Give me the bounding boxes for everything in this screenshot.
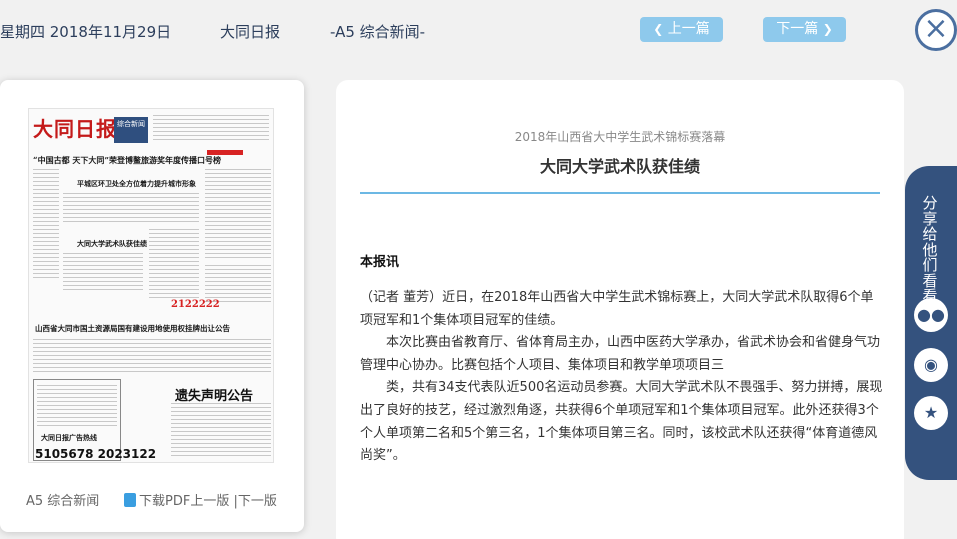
article-paragraph: 本次比赛由省教育厅、省体育局主办，山西中医药大学承办，省武术协会和省健身气功管理…	[360, 335, 881, 373]
thumb-text-block	[33, 169, 59, 279]
thumb-phone-numbers: 5105678 2023122	[35, 447, 157, 461]
thumb-red-bar	[207, 150, 243, 155]
close-button[interactable]: ×	[915, 9, 957, 51]
prev-article-label: 上一篇	[667, 21, 710, 37]
close-icon: ×	[923, 11, 949, 46]
next-page-link[interactable]: 下一版	[238, 494, 277, 509]
thumb-text-block	[37, 385, 117, 429]
thumb-text-block	[63, 193, 199, 223]
article-body: （记者 董芳）近日，在2018年山西省大中学生武术锦标赛上，大同大学武术队取得6…	[360, 287, 884, 468]
thumb-headline-top: “中国古都 天下大同”荣登博鳌旅游奖年度传播口号榜	[33, 155, 221, 165]
top-bar: 星期四 2018年11月29日 大同日报 -A5 综合新闻- ❮ 上一篇 下一篇…	[0, 0, 957, 62]
favorite-star-icon[interactable]: ★	[914, 396, 948, 430]
pdf-icon	[124, 493, 136, 507]
chevron-right-icon: ❯	[822, 22, 833, 36]
thumb-headline-mid: 平城区环卫处全方位着力提升城市形象	[77, 179, 196, 188]
article-paragraph: 类，共有34支代表队近500名运动员参赛。大同大学武术队不畏强手、努力拼搏，展现…	[360, 380, 883, 464]
article-byline: 本报讯	[360, 255, 400, 270]
article-paragraph: （记者 董芳）近日，在2018年山西省大中学生武术锦标赛上，大同大学武术队取得6…	[360, 290, 874, 328]
thumb-masthead: 大同日报	[33, 117, 117, 141]
thumb-lottery-number: 2122222	[171, 299, 220, 310]
thumb-headline-notice: 山西省大同市国土资源局国有建设用地使用权挂牌出让公告	[35, 324, 230, 333]
share-label: 分享给他们看看	[922, 194, 938, 305]
thumb-section-badge: 综合新闻	[114, 117, 148, 143]
thumb-text-block	[63, 253, 143, 293]
page-nav-links: 下载PDF上一版 |下一版	[124, 490, 277, 509]
title-divider	[360, 192, 880, 194]
thumb-ad-hotline: 大同日报广告热线	[41, 433, 97, 442]
next-article-label: 下一篇	[776, 21, 819, 37]
thumb-notice-heading: 遗失声明公告	[175, 389, 254, 404]
issue-date: 星期四 2018年11月29日	[0, 23, 172, 41]
newspaper-page-thumbnail[interactable]: 大同日报 综合新闻 “中国古都 天下大同”荣登博鳌旅游奖年度传播口号榜 平城区环…	[28, 108, 274, 463]
prev-article-button[interactable]: ❮ 上一篇	[640, 17, 723, 42]
section-name: -A5 综合新闻-	[330, 23, 426, 41]
newspaper-page-card: 大同日报 综合新闻 “中国古都 天下大同”荣登博鳌旅游奖年度传播口号榜 平城区环…	[0, 80, 304, 532]
paper-name: 大同日报	[220, 23, 281, 41]
wechat-icon[interactable]: ●●	[914, 298, 948, 332]
prev-page-link[interactable]: 上一版	[190, 494, 229, 509]
download-pdf-link[interactable]: 下载PDF	[139, 494, 190, 509]
thumb-text-block	[153, 115, 269, 143]
article-subtitle: 2018年山西省大中学生武术锦标赛落幕	[514, 130, 726, 144]
share-sidebar: 分享给他们看看 ●● ◉ ★	[905, 166, 957, 480]
page-link-separator: |	[229, 494, 238, 509]
weibo-icon[interactable]: ◉	[914, 348, 948, 382]
thumb-text-block	[171, 403, 271, 459]
article-title: 大同大学武术队获佳绩	[539, 157, 700, 176]
next-article-button[interactable]: 下一篇 ❯	[763, 17, 846, 42]
thumb-text-block	[205, 169, 271, 259]
thumb-text-block	[149, 229, 199, 299]
thumb-text-block	[33, 339, 271, 375]
thumb-headline-article: 大同大学武术队获佳绩	[77, 239, 147, 248]
article-card: 2018年山西省大中学生武术锦标赛落幕 大同大学武术队获佳绩 本报讯 （记者 董…	[336, 80, 904, 539]
chevron-left-icon: ❮	[653, 22, 664, 36]
page-section-label: A5 综合新闻	[26, 494, 100, 509]
